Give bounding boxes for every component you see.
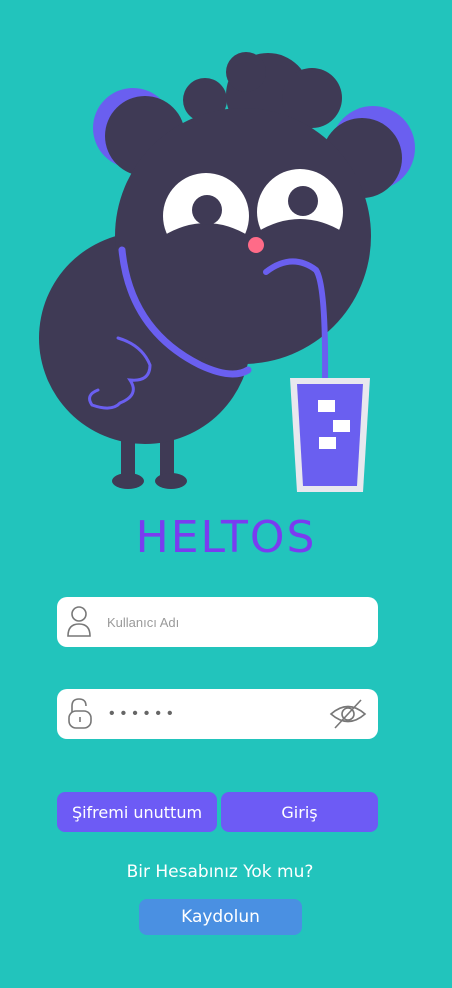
eye-off-icon[interactable] [329, 697, 367, 731]
username-field[interactable] [57, 597, 378, 647]
unlock-icon [68, 698, 92, 729]
username-input[interactable] [107, 597, 327, 647]
no-account-question: Bir Hesabınız Yok mu? [126, 862, 314, 882]
user-icon [67, 606, 91, 637]
login-button[interactable]: Giriş [221, 792, 378, 832]
password-field[interactable] [57, 689, 378, 739]
forgot-password-button[interactable]: Şifremi unuttum [57, 792, 217, 832]
register-button[interactable]: Kaydolun [139, 899, 302, 935]
mascot-illustration [39, 52, 415, 492]
app-title: HELTOS [135, 512, 317, 563]
password-input[interactable] [109, 689, 329, 739]
